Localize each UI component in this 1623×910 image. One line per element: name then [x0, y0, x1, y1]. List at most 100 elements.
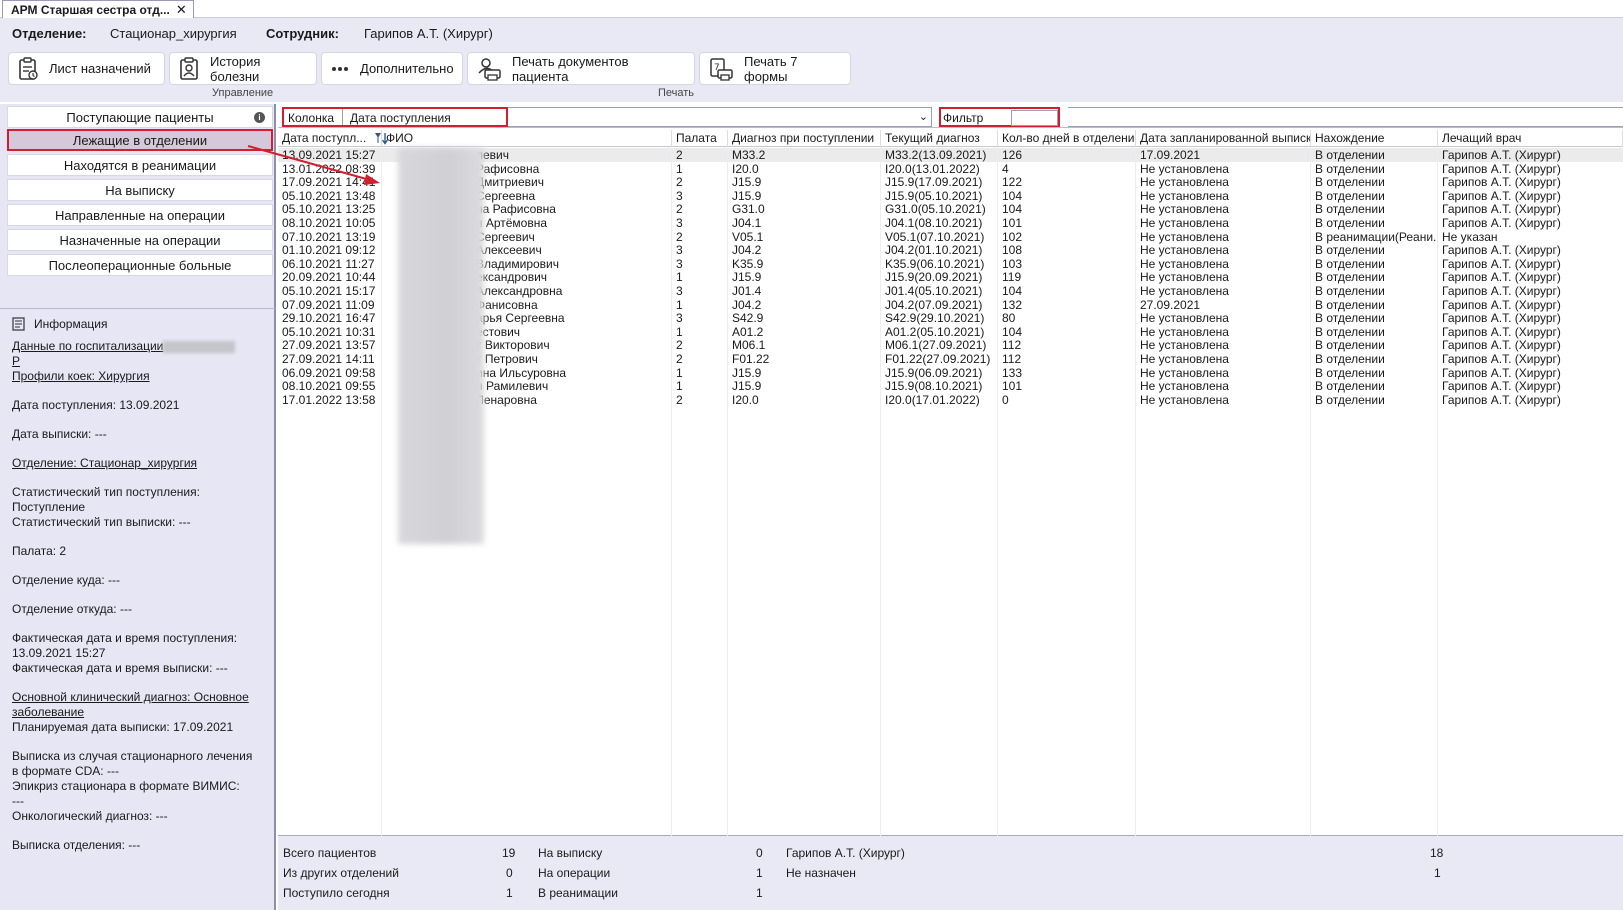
- table-cell: 104: [1002, 324, 1023, 339]
- table-cell: Гарипов А.Т. (Хирург): [1442, 352, 1561, 366]
- bed-profile-link[interactable]: Профили коек: Хирургия: [12, 369, 270, 384]
- table-cell: Сергеевич: [476, 229, 535, 244]
- chevron-down-icon[interactable]: ⌄: [919, 110, 928, 123]
- table-cell: н Рамилевич: [476, 379, 549, 394]
- planned-discharge: Планируемая дата выписки: 17.09.2021: [12, 720, 234, 734]
- column-divider: [1437, 147, 1438, 836]
- hospitalization-link-cont[interactable]: Р: [12, 354, 270, 369]
- table-cell: Не установлена: [1140, 352, 1229, 366]
- table-cell: Гарипов А.Т. (Хирург): [1442, 392, 1561, 407]
- vimis-epicrisis: Эпикриз стационара в формате ВИМИС:: [12, 779, 240, 793]
- sort-filter-icon[interactable]: [374, 132, 388, 145]
- table-cell: 17.09.2021: [1140, 148, 1201, 162]
- column-header[interactable]: Дата запланированной выписки: [1136, 130, 1311, 147]
- filter-input-extension[interactable]: [1068, 107, 1623, 127]
- table-cell: Не установлена: [1140, 284, 1229, 298]
- column-header[interactable]: Текущий диагноз: [881, 130, 998, 147]
- column-header[interactable]: Диагноз при поступлении: [728, 130, 881, 147]
- table-cell: J15.9: [732, 379, 762, 394]
- prescription-list-button[interactable]: Лист назначений: [8, 52, 165, 85]
- table-cell: В отделении: [1315, 270, 1385, 285]
- diagnosis-link[interactable]: Основной клинический диагноз: Основное: [12, 690, 270, 705]
- column-divider: [671, 147, 672, 836]
- table-cell: Гарипов А.Т. (Хирург): [1442, 148, 1561, 162]
- medical-history-button[interactable]: История болезни: [169, 52, 317, 85]
- close-icon[interactable]: ✕: [176, 2, 187, 18]
- filter-highlight: Фильтр: [939, 107, 1060, 127]
- patient-printer-icon: [478, 57, 501, 81]
- redacted-names-overlay: [398, 148, 484, 544]
- table-cell: 27.09.2021 14:11: [282, 352, 375, 366]
- info-card-icon: [12, 317, 25, 331]
- nav-item-label: Лежащие в отделении: [72, 132, 208, 148]
- discharge-date: Дата выписки: ---: [12, 427, 107, 441]
- table-cell: Гарипов А.Т. (Хирург): [1442, 365, 1561, 380]
- table-cell: Рафисовна: [476, 161, 540, 176]
- column-header[interactable]: Палата: [672, 130, 728, 147]
- table-cell: Гарипов А.Т. (Хирург): [1442, 311, 1561, 326]
- table-cell: A01.2(05.10.2021): [885, 324, 985, 339]
- document-tab[interactable]: АРМ Старшая сестра отд... ✕: [2, 0, 194, 18]
- nav-item-label: Находятся в реанимации: [63, 157, 217, 173]
- header-info: Отделение: Стационар_хирургия Сотрудник:…: [12, 26, 493, 41]
- column-header[interactable]: ФИО: [382, 130, 672, 147]
- department-link[interactable]: Отделение: Стационар_хирургия: [12, 456, 270, 471]
- hospitalization-link-line: Данные по госпитализации: [12, 339, 270, 354]
- nav-item-inpatients[interactable]: Лежащие в отделении: [7, 129, 273, 151]
- ward: Палата: 2: [12, 544, 67, 558]
- print-patient-docs-label: Печать документов пациента: [512, 53, 629, 84]
- table-cell: G31.0(05.10.2021): [885, 202, 986, 217]
- table-cell: 126: [1002, 148, 1023, 162]
- table-cell: 1: [676, 379, 683, 394]
- diagnosis-link-cont[interactable]: заболевание: [12, 705, 270, 720]
- table-cell: J01.4: [732, 284, 762, 298]
- hospitalization-link[interactable]: Данные по госпитализации: [12, 339, 163, 353]
- table-cell: I20.0: [732, 161, 759, 176]
- table-cell: S42.9(29.10.2021): [885, 311, 985, 326]
- from-other-depts-value: 0: [506, 866, 513, 880]
- print-form7-button[interactable]: 7 Печать 7 формы: [699, 52, 851, 85]
- table-cell: В отделении: [1315, 324, 1385, 339]
- nav-item-scheduled-surgery[interactable]: Назначенные на операции: [7, 229, 273, 251]
- department-label: Отделение:: [12, 26, 87, 41]
- table-cell: Гарипов А.Т. (Хирург): [1442, 256, 1561, 271]
- redacted-text: [163, 340, 236, 353]
- info-icon: i: [254, 112, 265, 123]
- table-cell: 07.09.2021 11:09: [282, 297, 375, 312]
- table-cell: ина Ильсуровна: [476, 365, 567, 380]
- nav-item-discharge[interactable]: На выписку: [7, 179, 273, 201]
- medical-record-icon: [180, 56, 198, 80]
- table-cell: J15.9(20.09.2021): [885, 270, 983, 285]
- table-cell: J04.2(07.09.2021): [885, 297, 983, 312]
- nav-item-referred-surgery[interactable]: Направленные на операции: [7, 204, 273, 226]
- table-cell: Гарипов А.Т. (Хирург): [1442, 202, 1561, 217]
- medical-history-label: История болезни: [210, 53, 261, 84]
- column-highlight: Колонка Дата поступления: [282, 107, 508, 127]
- table-cell: В отделении: [1315, 297, 1385, 312]
- nav-item-incoming[interactable]: Поступающие пациенты i: [7, 106, 273, 128]
- column-header[interactable]: Кол-во дней в отделении: [998, 130, 1136, 147]
- table-cell: M06.1(27.09.2021): [885, 338, 987, 353]
- table-cell: 112: [1002, 338, 1022, 353]
- table-cell: 133: [1002, 365, 1023, 380]
- table-cell: 2: [676, 352, 683, 366]
- nav-item-postop[interactable]: Послеоперационные больные: [7, 254, 273, 276]
- table-cell: Гарипов А.Т. (Хирург): [1442, 284, 1561, 298]
- column-header[interactable]: Лечащий врач: [1438, 130, 1623, 147]
- table-cell: Не установлена: [1140, 243, 1229, 258]
- column-value: Дата поступления: [350, 111, 451, 125]
- nav-item-icu[interactable]: Находятся в реанимации: [7, 154, 273, 176]
- print-patient-docs-button[interactable]: Печать документов пациента: [467, 52, 695, 85]
- table-cell: естович: [476, 324, 521, 339]
- table-cell: Гарипов А.Т. (Хирург): [1442, 324, 1561, 339]
- filter-input[interactable]: [1011, 110, 1058, 126]
- table-cell: В отделении: [1315, 188, 1385, 203]
- column-header[interactable]: Дата поступл...: [278, 130, 382, 147]
- table-cell: A01.2: [732, 324, 764, 339]
- table-cell: 05.10.2021 13:48: [282, 188, 376, 203]
- more-button[interactable]: Дополнительно: [321, 52, 463, 85]
- table-cell: J04.2: [732, 297, 762, 312]
- column-header[interactable]: Нахождение: [1311, 130, 1438, 147]
- patients-table: Дата поступл... ФИО Палата Диагноз при пост…: [278, 130, 1623, 836]
- table-cell: Сергеевна: [476, 188, 536, 203]
